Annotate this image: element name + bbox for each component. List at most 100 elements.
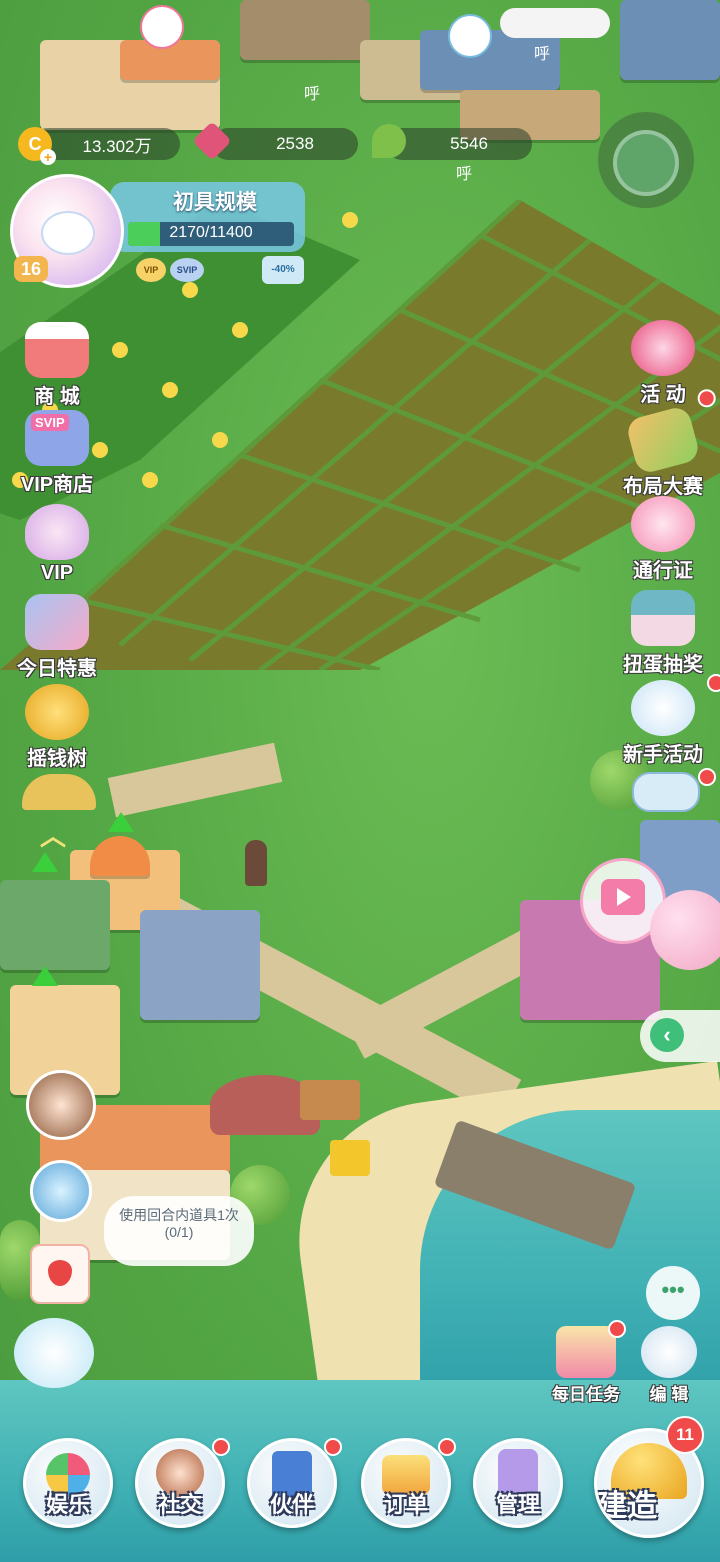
svip-tag: SVIP: [31, 414, 69, 431]
mill-building[interactable]: [240, 0, 370, 60]
magic-bottle-icon[interactable]: [30, 1160, 92, 1222]
gold-counter[interactable]: 13.302万 C +: [18, 127, 180, 165]
chevron-up-icon[interactable]: ︿: [40, 816, 66, 853]
layout-contest-label: 布局大赛: [623, 476, 703, 498]
chevron-left-icon: ‹: [650, 1018, 684, 1052]
gold-value: 13.302万: [82, 136, 152, 156]
nav-partner[interactable]: 伙伴: [246, 1438, 342, 1530]
strawberry-cards-icon[interactable]: [30, 1244, 90, 1304]
cherry-tree: [650, 890, 720, 970]
discount-card-icon[interactable]: -40%: [262, 256, 304, 284]
gem-value: 2538: [276, 134, 314, 153]
player-title: 初具规模: [173, 191, 257, 214]
notification-dot: [608, 1320, 626, 1338]
party-popper-icon: [631, 320, 695, 376]
snore-text: 呼: [456, 166, 473, 183]
daily-tasks-button[interactable]: 每日任务: [544, 1320, 628, 1404]
avatar-mascot: [41, 211, 95, 255]
exp-text: 2170/11400: [169, 224, 253, 241]
collapse-panel-button[interactable]: ‹: [640, 1010, 720, 1062]
gift-box-icon: [25, 594, 89, 650]
gem-counter[interactable]: 2538: [192, 121, 358, 161]
upgrade-arrow-icon[interactable]: [108, 812, 134, 832]
nav-social[interactable]: 社交: [134, 1438, 230, 1530]
gold-coin-icon: C +: [18, 127, 56, 165]
today-deal-button[interactable]: 今日特惠: [2, 594, 112, 681]
vip-button[interactable]: VIP: [2, 504, 112, 585]
forklift[interactable]: [330, 1140, 370, 1176]
nav-orders[interactable]: 订单: [360, 1438, 456, 1530]
shop-button[interactable]: 商 城: [2, 322, 112, 409]
newbie-event-label: 新手活动: [623, 744, 703, 766]
nav-build[interactable]: 建造 11: [590, 1416, 706, 1542]
snowman-icon: [631, 674, 720, 736]
nav-entertainment[interactable]: 娱乐: [22, 1438, 114, 1530]
npc-bubble-icon[interactable]: [448, 14, 492, 58]
upgrade-arrow-icon[interactable]: [32, 966, 58, 986]
market-stall[interactable]: [0, 880, 110, 970]
nav-entertainment-label: 娱乐: [45, 1492, 90, 1517]
gacha-machine-icon: [631, 590, 695, 646]
money-tree-button[interactable]: 摇钱树: [2, 684, 112, 771]
newbie-event-button[interactable]: 新手活动: [608, 674, 720, 767]
pet-mascot-icon[interactable]: [14, 1318, 94, 1388]
money-tree-label: 摇钱树: [27, 748, 87, 770]
today-deal-label: 今日特惠: [17, 658, 97, 680]
notification-dot: [707, 674, 720, 692]
nav-social-label: 社交: [157, 1492, 202, 1517]
npc-avatar-button[interactable]: [26, 1070, 96, 1140]
player-level-badge: 16: [14, 256, 48, 282]
notification-dot: [324, 1438, 342, 1456]
build-count-badge: 11: [666, 1416, 704, 1454]
task-bubble-progress: (0/1): [164, 1224, 194, 1240]
notification-dot: [212, 1438, 230, 1456]
nav-manage[interactable]: 管理: [472, 1438, 564, 1530]
snore-text: 呼: [534, 46, 551, 63]
sprout-icon: [372, 124, 406, 158]
task-book-icon: [556, 1320, 626, 1378]
joystick-knob: [613, 130, 679, 196]
notification-dot: [698, 768, 716, 786]
exp-bar: 2170/11400: [128, 222, 294, 246]
strawberry-icon: [48, 1260, 72, 1286]
edit-label: 编 辑: [649, 1385, 689, 1404]
crates-pile[interactable]: [300, 1080, 360, 1120]
meat-bubble-icon[interactable]: [140, 5, 184, 49]
nav-build-label: 建造: [597, 1490, 657, 1523]
snore-text: 呼: [304, 86, 321, 103]
daily-tasks-label: 每日任务: [552, 1385, 620, 1404]
nav-manage-label: 管理: [495, 1492, 540, 1517]
banner-icon[interactable]: [632, 768, 716, 812]
sprout-value: 5546: [450, 134, 488, 153]
vip-shop-label: VIP商店: [20, 474, 94, 496]
svip-badge-icon[interactable]: SVIP: [170, 258, 204, 282]
villager-character[interactable]: [245, 840, 267, 886]
shell-icon: [25, 504, 89, 560]
sheep-pen[interactable]: [500, 8, 610, 38]
upgrade-arrow-icon[interactable]: [32, 852, 58, 872]
vip-badge-icon[interactable]: VIP: [136, 258, 166, 282]
gacha-button[interactable]: 扭蛋抽奖: [608, 590, 718, 677]
task-bubble[interactable]: 使用回合内道具1次 (0/1): [104, 1196, 254, 1266]
player-profile[interactable]: 初具规模 2170/11400 16 VIP SVIP -40%: [10, 174, 310, 288]
vip-shop-button[interactable]: SVIP VIP商店: [2, 410, 112, 497]
pass-label: 通行证: [633, 560, 693, 582]
coin-tree-icon: [25, 684, 89, 740]
flower-icon: [631, 496, 695, 552]
nav-orders-label: 订单: [383, 1492, 428, 1517]
chat-icon[interactable]: •••: [646, 1266, 700, 1320]
notification-dot: [438, 1438, 456, 1456]
workshop-building[interactable]: [140, 910, 260, 1020]
plus-icon: +: [40, 149, 56, 165]
task-bubble-text: 使用回合内道具1次: [119, 1207, 239, 1223]
gacha-label: 扭蛋抽奖: [623, 654, 703, 676]
vip-label: VIP: [40, 562, 74, 584]
joystick-button[interactable]: [598, 112, 694, 208]
layout-contest-button[interactable]: 布局大赛: [608, 387, 718, 499]
house-top-right[interactable]: [620, 0, 720, 80]
sprout-counter[interactable]: 5546: [372, 124, 532, 160]
edit-button[interactable]: 编 辑: [634, 1326, 704, 1404]
pass-button[interactable]: 通行证: [608, 496, 718, 583]
ruler-pencil-icon: [624, 387, 718, 476]
shop-label: 商 城: [34, 386, 80, 408]
